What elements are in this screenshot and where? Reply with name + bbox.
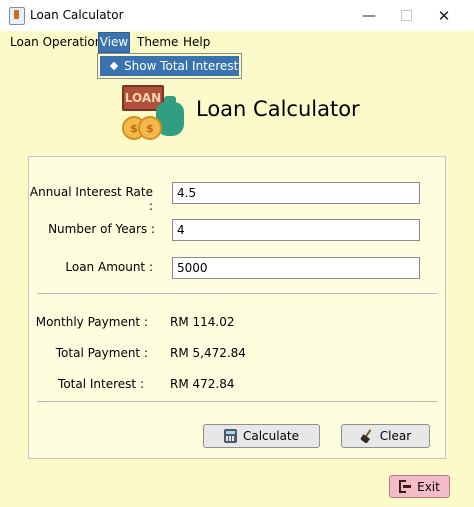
menu-view[interactable]: View — [98, 32, 130, 53]
divider — [37, 401, 437, 402]
clear-button-label: Clear — [379, 429, 412, 443]
menu-theme[interactable]: Theme — [135, 34, 180, 51]
exit-door-icon — [399, 480, 412, 493]
window-title: Loan Calculator — [30, 8, 124, 22]
total-interest-label: Total Interest : — [58, 377, 144, 391]
loan-amount-label: Loan Amount : — [65, 260, 153, 274]
radio-bullet-icon — [109, 61, 119, 71]
maximize-button[interactable] — [386, 0, 426, 31]
calculate-button[interactable]: Calculate — [203, 424, 320, 448]
total-interest-value: RM 472.84 — [170, 377, 235, 391]
monthly-payment-label: Monthly Payment : — [35, 315, 148, 329]
minimize-button[interactable]: — — [349, 0, 389, 31]
total-payment-label: Total Payment : — [55, 346, 148, 360]
years-input[interactable] — [172, 219, 420, 241]
loan-logo: LOAN $ $ — [118, 82, 186, 142]
close-button[interactable]: ✕ — [424, 0, 464, 31]
menu-loan-operation[interactable]: Loan Operation — [8, 34, 104, 51]
menu-item-label: Show Total Interest — [124, 59, 239, 73]
menu-help[interactable]: Help — [181, 34, 212, 51]
calculate-button-label: Calculate — [242, 429, 300, 443]
calculator-icon — [223, 429, 237, 443]
view-dropdown-menu: Show Total Interest — [97, 53, 242, 79]
total-payment-value: RM 5,472.84 — [170, 346, 246, 360]
maximize-icon — [400, 10, 412, 21]
loan-amount-input[interactable] — [172, 257, 420, 279]
interest-rate-label: Annual Interest Rate : — [29, 185, 153, 213]
divider — [37, 293, 437, 294]
menu-bar: Loan Operation View Theme Help — [0, 31, 474, 53]
menu-item-show-total-interest[interactable]: Show Total Interest — [100, 56, 239, 76]
coin-icon: $ — [138, 116, 162, 140]
clear-button[interactable]: Clear — [341, 424, 430, 448]
broom-icon — [360, 429, 374, 443]
title-bar: Loan Calculator — ✕ — [0, 0, 474, 31]
exit-button[interactable]: Exit — [389, 475, 450, 498]
exit-button-label: Exit — [417, 479, 440, 494]
java-app-icon — [9, 7, 25, 25]
interest-rate-input[interactable] — [172, 182, 420, 204]
page-title: Loan Calculator — [196, 97, 360, 121]
calculator-panel: Annual Interest Rate : Number of Years :… — [28, 156, 446, 459]
years-label: Number of Years : — [48, 222, 155, 236]
monthly-payment-value: RM 114.02 — [170, 315, 235, 329]
